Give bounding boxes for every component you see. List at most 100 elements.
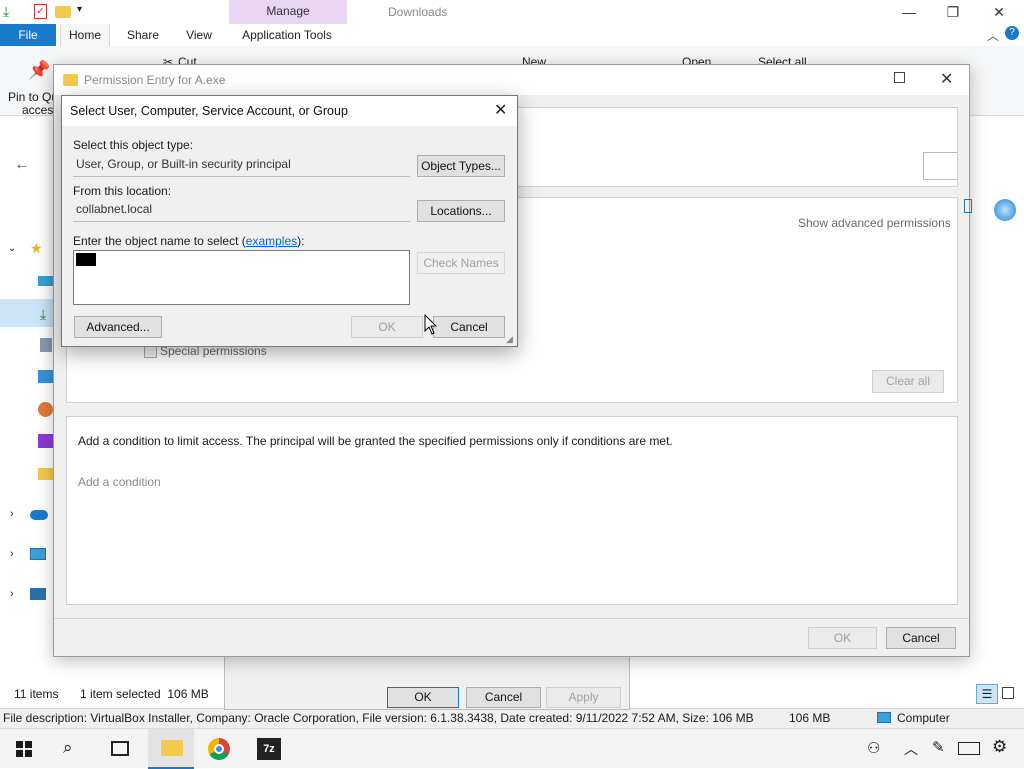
advanced-button[interactable]: Advanced... bbox=[74, 316, 162, 338]
maximize-icon[interactable]: ❐ bbox=[930, 2, 976, 22]
tab-file[interactable]: File bbox=[0, 24, 56, 46]
select-cancel-button[interactable]: Cancel bbox=[433, 316, 505, 338]
tab-manage[interactable]: Manage bbox=[229, 0, 347, 24]
this-pc-icon bbox=[30, 548, 46, 560]
details-info-bar: File description: VirtualBox Installer, … bbox=[0, 708, 1024, 728]
help-chevron-icon[interactable]: ︿ bbox=[987, 27, 999, 44]
show-advanced-permissions-link[interactable]: Show advanced permissions bbox=[798, 216, 951, 230]
pen-icon[interactable]: ✎ bbox=[932, 738, 945, 756]
mouse-cursor-icon bbox=[424, 314, 438, 335]
permission-entry-titlebar: Permission Entry for A.exe ✕ bbox=[54, 65, 969, 95]
expand-chevron-icon[interactable]: ⌄ bbox=[8, 243, 16, 254]
downloads-icon: ⤓ bbox=[40, 306, 47, 322]
select-user-titlebar: Select User, Computer, Service Account, … bbox=[62, 96, 517, 126]
music-icon bbox=[38, 402, 53, 417]
pin-label[interactable]: Pin to Qu bbox=[8, 90, 58, 104]
toolbar-icon-right[interactable] bbox=[964, 199, 972, 213]
people-icon[interactable]: ⚇ bbox=[867, 739, 880, 757]
star-icon: ★ bbox=[30, 240, 43, 256]
info-computer: Computer bbox=[897, 711, 950, 725]
object-type-label: Select this object type: bbox=[73, 138, 194, 152]
folder-title-icon bbox=[63, 74, 78, 86]
permission-close-icon[interactable]: ✕ bbox=[940, 69, 953, 89]
enter-object-name-label: Enter the object name to select (example… bbox=[73, 234, 304, 248]
locations-button[interactable]: Locations... bbox=[417, 200, 505, 222]
onedrive-icon bbox=[30, 510, 48, 520]
object-name-input[interactable] bbox=[73, 250, 410, 305]
search-icon[interactable]: ⌕ bbox=[63, 738, 73, 758]
computer-icon bbox=[877, 712, 891, 723]
window-title: Downloads bbox=[388, 5, 448, 19]
permission-ok-button: OK bbox=[808, 627, 877, 649]
pin-icon[interactable]: 📌 bbox=[28, 60, 50, 81]
item-count: 11 items bbox=[14, 687, 59, 701]
videos-icon bbox=[38, 434, 53, 448]
task-view-icon[interactable] bbox=[111, 741, 129, 756]
selection-info: 1 item selected 106 MB bbox=[80, 687, 209, 701]
info-size: 106 MB bbox=[789, 711, 831, 725]
permission-maximize-icon[interactable] bbox=[894, 72, 905, 83]
principal-input-edge[interactable] bbox=[923, 152, 957, 180]
folder-nav-icon bbox=[38, 468, 54, 480]
shell-globe-icon[interactable] bbox=[994, 199, 1016, 221]
download-arrow-icon: ⤓ bbox=[3, 3, 10, 19]
add-condition-link: Add a condition bbox=[78, 475, 161, 489]
network-icon bbox=[30, 588, 46, 600]
quick-access-dropdown-icon[interactable]: ▾ bbox=[77, 4, 82, 15]
select-ok-button: OK bbox=[351, 316, 423, 338]
expand-network-chevron-icon[interactable]: › bbox=[10, 588, 14, 600]
navigation-pane: ← ⌄ ★ ⤓ › › › bbox=[0, 116, 56, 686]
7zip-icon[interactable]: 7z bbox=[257, 738, 281, 760]
explorer-titlebar: ⤓ ✓ ▾ bbox=[0, 0, 1024, 24]
keyboard-icon[interactable] bbox=[958, 742, 980, 755]
expand-thispc-chevron-icon[interactable]: › bbox=[10, 548, 14, 560]
footer-divider bbox=[54, 618, 969, 619]
explorer-folder-icon bbox=[161, 740, 183, 756]
properties-cancel-button[interactable]: Cancel bbox=[466, 687, 541, 708]
tab-home[interactable]: Home bbox=[60, 24, 110, 46]
permission-entry-title: Permission Entry for A.exe bbox=[84, 73, 226, 87]
condition-panel: Add a condition to limit access. The pri… bbox=[66, 416, 958, 605]
condition-description: Add a condition to limit access. The pri… bbox=[78, 434, 673, 448]
object-type-field: User, Group, or Built-in security princi… bbox=[73, 153, 410, 177]
close-icon[interactable]: ✕ bbox=[976, 2, 1022, 22]
documents-icon bbox=[40, 338, 52, 352]
tab-view[interactable]: View bbox=[176, 24, 222, 46]
select-user-title: Select User, Computer, Service Account, … bbox=[70, 104, 348, 118]
properties-check-icon[interactable]: ✓ bbox=[34, 4, 47, 19]
taskbar: ⌕ 7z ⚇ ︿ ✎ ⚙ bbox=[0, 728, 1024, 769]
properties-ok-button[interactable]: OK bbox=[387, 687, 459, 708]
pictures-icon bbox=[38, 370, 54, 383]
settings-gear-icon[interactable]: ⚙ bbox=[992, 737, 1007, 757]
select-user-close-icon[interactable]: ✕ bbox=[494, 100, 507, 120]
enter-label-suffix: ): bbox=[297, 234, 305, 248]
permission-cancel-button[interactable]: Cancel bbox=[886, 627, 956, 649]
file-explorer-taskbar-icon[interactable] bbox=[148, 729, 194, 769]
large-icons-view-icon[interactable] bbox=[1002, 687, 1014, 699]
chrome-center-icon bbox=[214, 744, 224, 754]
chrome-icon[interactable] bbox=[208, 738, 230, 760]
tab-application-tools[interactable]: Application Tools bbox=[232, 24, 342, 46]
clear-all-button: Clear all bbox=[872, 370, 944, 393]
check-names-button: Check Names bbox=[417, 252, 505, 274]
expand-onedrive-chevron-icon[interactable]: › bbox=[10, 508, 14, 520]
tray-chevron-icon[interactable]: ︿ bbox=[904, 739, 918, 759]
object-types-button[interactable]: Object Types... bbox=[417, 155, 505, 177]
resize-grip-icon[interactable]: ◢ bbox=[506, 334, 513, 345]
minimize-icon[interactable]: — bbox=[886, 2, 932, 22]
help-icon[interactable]: ? bbox=[1005, 26, 1019, 40]
tab-share[interactable]: Share bbox=[118, 24, 168, 46]
enter-label-prefix: Enter the object name to select ( bbox=[73, 234, 246, 248]
select-user-dialog: Select User, Computer, Service Account, … bbox=[61, 95, 518, 347]
selected-nav-item[interactable] bbox=[0, 299, 56, 327]
location-label: From this location: bbox=[73, 184, 172, 198]
examples-link[interactable]: examples bbox=[246, 234, 297, 248]
windows-start-icon[interactable] bbox=[16, 741, 32, 757]
details-view-icon[interactable]: ☰ bbox=[976, 684, 998, 704]
file-description: File description: VirtualBox Installer, … bbox=[3, 711, 754, 725]
text-selection-highlight bbox=[76, 253, 96, 266]
location-field: collabnet.local bbox=[73, 198, 410, 222]
properties-apply-button: Apply bbox=[546, 687, 621, 708]
folder-icon[interactable] bbox=[55, 6, 71, 18]
back-arrow-icon[interactable]: ← bbox=[14, 156, 30, 174]
